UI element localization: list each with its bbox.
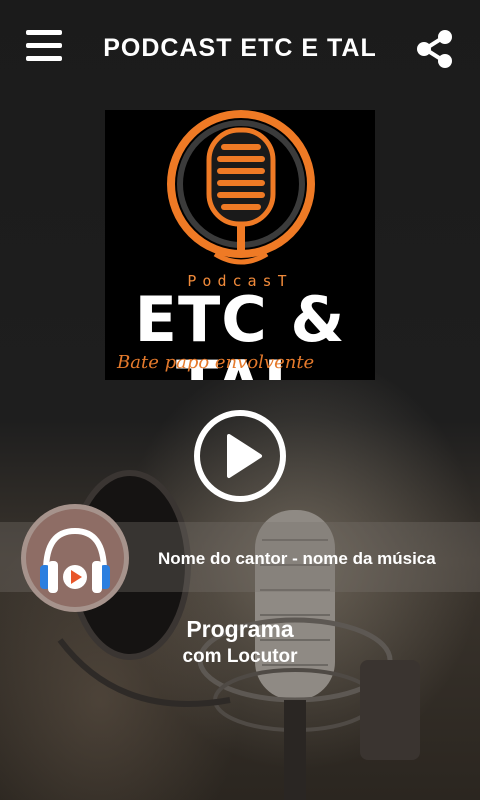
logo-tagline: Bate papo envolvente [117,352,315,373]
program-title: Programa [186,616,294,642]
headphones-icon [40,527,110,593]
play-icon [227,434,262,478]
microphone-logo-icon [167,110,315,265]
page-title: PODCAST ETC E TAL [103,34,377,62]
podcast-logo: PodcasT ETC & TAL Bate papo envolvente [105,110,375,380]
hamburger-menu-icon[interactable] [26,30,66,66]
now-playing-text: Nome do cantor - nome da música [158,549,436,568]
album-cover [21,504,129,612]
program-host: com Locutor [182,646,298,667]
app-header: PODCAST ETC E TAL [0,0,480,100]
play-button[interactable] [194,410,286,502]
share-icon[interactable] [414,28,456,70]
